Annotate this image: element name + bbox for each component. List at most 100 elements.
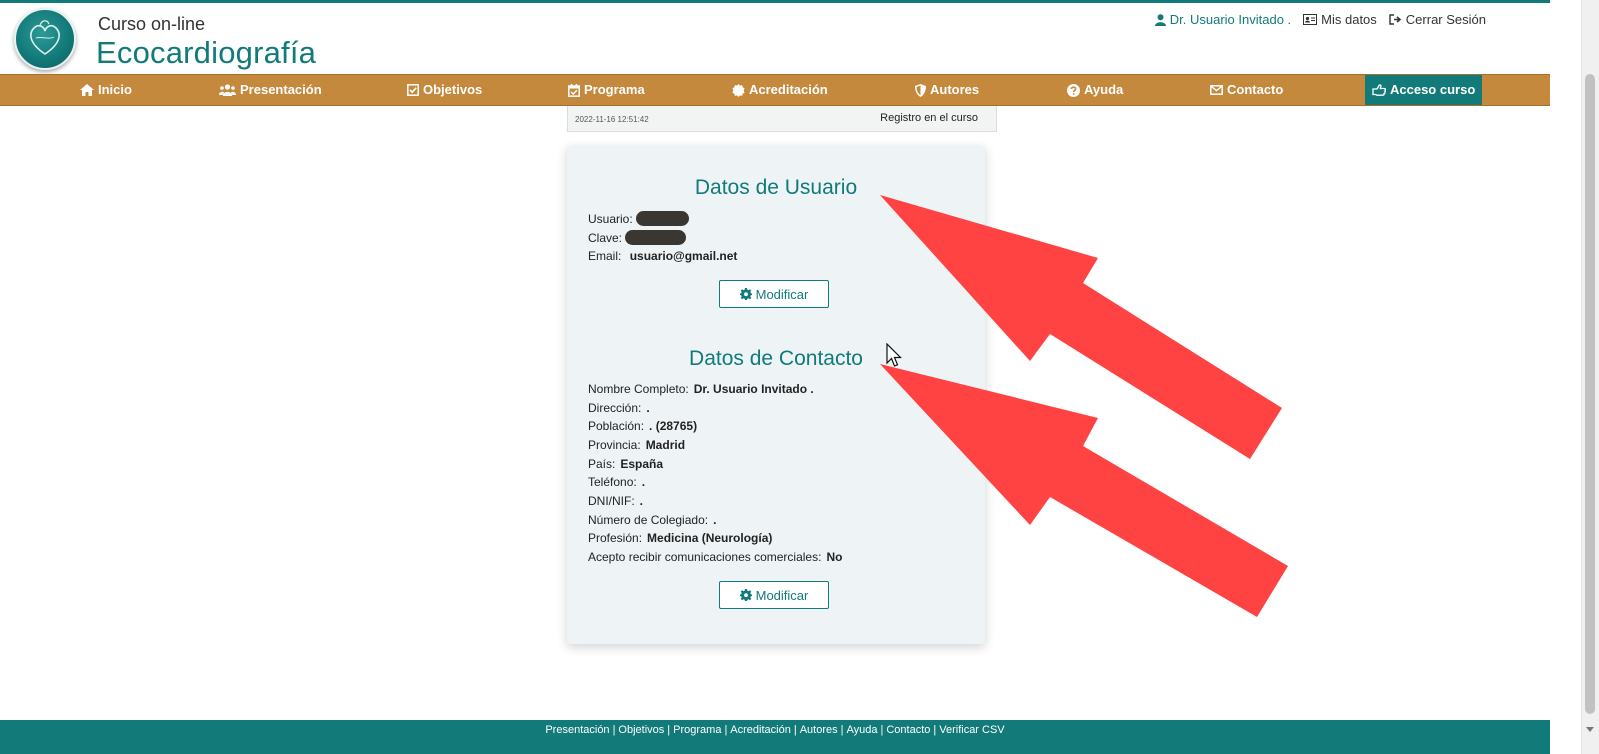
nav-objetivos[interactable]: Objetivos [407,75,482,105]
checkbox-icon [407,84,419,96]
field-label: País: [588,457,616,471]
footer-separator: | [724,724,728,736]
brand-subtitle: Curso on-line [98,14,206,34]
footer-link-verificar-csv[interactable]: Verificar CSV [939,724,1004,736]
field-label: DNI/NIF: [588,494,635,508]
page-scrollbar[interactable] [1581,0,1599,754]
contact-field-row: Provincia: Madrid [588,438,685,452]
footer-link-contacto[interactable]: Contacto [886,724,930,736]
home-icon [80,84,94,96]
nav-label: Contacto [1227,82,1284,97]
field-label: Teléfono: [588,475,637,489]
footer-separator: | [933,724,937,736]
field-label: Población: [588,419,645,433]
field-value: . [646,401,650,415]
contact-field-row: País: España [588,457,663,471]
user-icon [1154,13,1166,26]
footer-separator: | [667,724,671,736]
contact-field-row: Profesión: Medicina (Neurología) [588,531,772,545]
contact-field-row: Teléfono:. [588,475,645,489]
field-label: Provincia: [588,438,641,452]
footer-link-ayuda[interactable]: Ayuda [846,724,877,736]
footer-separator: | [612,724,616,736]
nav-label: Autores [930,82,980,97]
field-value: . (28765) [649,419,698,433]
nav-inicio[interactable]: Inicio [80,75,132,105]
email-value: usuario@gmail.net [629,249,738,263]
id-card-icon [1303,14,1318,25]
footer-separator: | [793,724,797,736]
redacted-password [625,230,687,245]
nav-label: Programa [584,82,645,97]
certificate-icon [732,83,745,97]
clave-label: Clave: [588,231,623,245]
field-label: Nombre Completo: [588,382,689,396]
footer-link-programa[interactable]: Programa [673,724,721,736]
mis-datos-label: Mis datos [1321,12,1377,27]
brand-title[interactable]: Ecocardiografía [96,35,316,71]
main-nav: Inicio Presentación Objetivos Programa A… [0,74,1550,106]
gear-icon [739,589,752,601]
nav-ayuda[interactable]: Ayuda [1067,75,1123,105]
site-footer: Presentación | Objetivos | Programa | Acredita… [0,720,1550,754]
field-value: . [641,475,646,489]
field-value: Dr. Usuario Invitado . [693,382,814,396]
footer-link-autores[interactable]: Autores [800,724,838,736]
field-value: . [713,513,717,527]
footer-link-objetivos[interactable]: Objetivos [618,724,664,736]
footer-separator: | [880,724,884,736]
shield-icon [915,83,926,97]
field-label: Número de Colegiado: [588,513,709,527]
hand-pointer-icon [1372,84,1386,96]
field-value: España [620,457,664,471]
contact-field-row: Nombre Completo: Dr. Usuario Invitado . [588,382,814,396]
scroll-down-arrow-icon[interactable] [1586,727,1594,732]
footer-separator: | [840,724,844,736]
nav-presentacion[interactable]: Presentación [219,75,322,105]
nav-label: Acceso curso [1390,82,1476,97]
usuario-label: Usuario: [588,212,633,226]
heart-logo-icon[interactable] [14,8,76,70]
footer-link-presentacion[interactable]: Presentación [545,724,609,736]
nav-label: Presentación [240,82,322,97]
contact-field-row: Acepto recibir comunicaciones comerciale… [588,550,842,564]
modificar-label: Modificar [755,286,809,302]
footer-link-acreditacion[interactable]: Acreditación [730,724,791,736]
scrollbar-thumb[interactable] [1585,74,1595,714]
nav-autores[interactable]: Autores [915,75,979,105]
field-label: Acepto recibir comunicaciones comerciale… [588,550,822,564]
clave-row: Clave: [588,230,687,245]
field-label: Dirección: [588,401,642,415]
sign-out-icon [1389,14,1402,25]
modificar-contacto-button[interactable]: Modificar [719,581,829,609]
email-row: Email: usuario@gmail.net [588,249,737,263]
user-bar: Dr. Usuario Invitado . Mis datos Cerrar … [1154,12,1486,27]
registro-label: Registro en el curso [880,112,978,124]
contact-field-row: Población: . (28765) [588,419,697,433]
registro-date: 2022-11-16 12:51:42 [575,115,649,124]
site-header: Curso on-line Ecocardiografía Dr. Usuari… [0,3,1550,74]
nav-acreditacion[interactable]: Acreditación [732,75,828,105]
nav-label: Ayuda [1084,82,1124,97]
datos-usuario-title: Datos de Usuario [694,176,858,199]
logout-label: Cerrar Sesión [1405,12,1486,27]
modificar-label: Modificar [755,587,809,603]
contact-field-row: Número de Colegiado:. [588,513,716,527]
nav-acceso-curso[interactable]: Acceso curso [1365,75,1483,105]
email-label: Email: [588,249,622,263]
field-value: Madrid [645,438,686,452]
nav-label: Acreditación [749,82,828,97]
current-user[interactable]: Dr. Usuario Invitado . [1154,12,1291,27]
users-icon [219,84,236,96]
modificar-usuario-button[interactable]: Modificar [719,280,829,308]
nav-programa[interactable]: Programa [568,75,645,105]
field-value: Medicina (Neurología) [647,531,773,545]
nav-label: Objetivos [423,82,483,97]
nav-contacto[interactable]: Contacto [1210,75,1283,105]
mis-datos-link[interactable]: Mis datos [1303,12,1377,27]
registro-entry: 2022-11-16 12:51:42 Registro en el curso [567,106,997,132]
field-label: Profesión: [588,531,643,545]
datos-contacto-title: Datos de Contacto [689,347,863,370]
logout-link[interactable]: Cerrar Sesión [1389,12,1486,27]
field-value: No [826,550,843,564]
